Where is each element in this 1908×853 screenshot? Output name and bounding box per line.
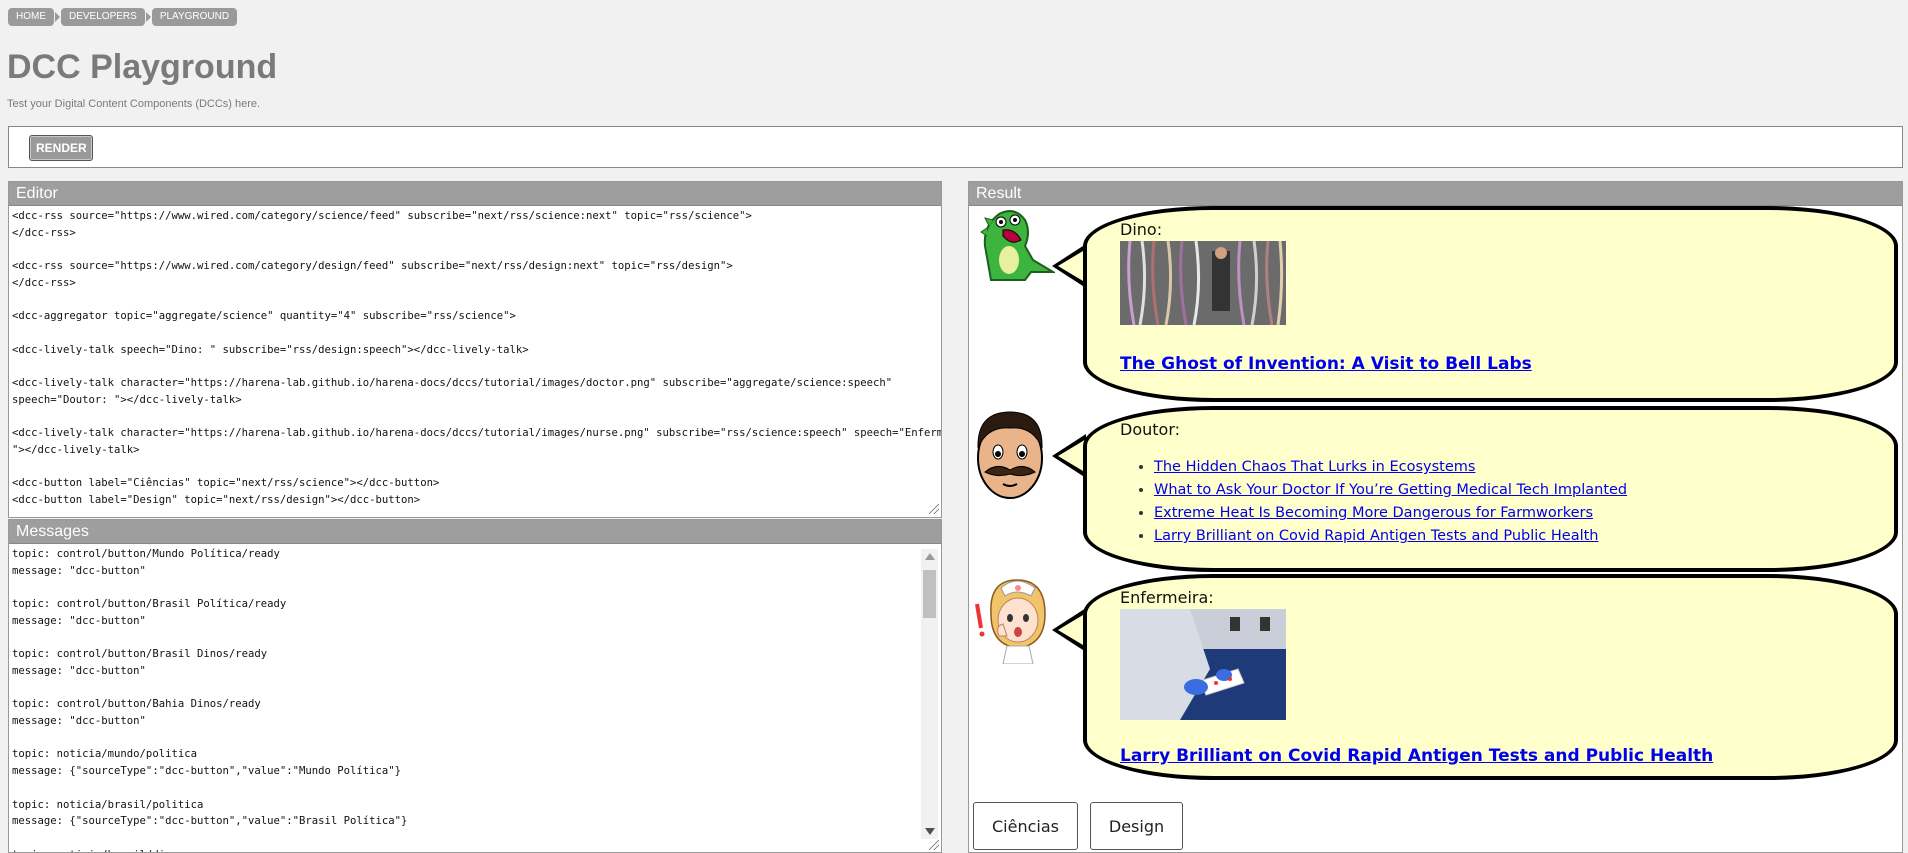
dino-speech-label: Dino: — [1120, 220, 1163, 239]
breadcrumb-developers[interactable]: DEVELOPERS — [61, 8, 145, 26]
doctor-talk: Doutor: The Hidden Chaos That Lurks in E… — [969, 406, 1902, 576]
list-item: What to Ask Your Doctor If You’re Gettin… — [1154, 479, 1627, 502]
result-title: Result — [969, 182, 1902, 206]
list-item: Extreme Heat Is Becoming More Dangerous … — [1154, 502, 1627, 525]
covid-test-article-image[interactable] — [1120, 609, 1286, 720]
editor-textarea[interactable]: <dcc-rss source="https://www.wired.com/c… — [9, 206, 941, 516]
messages-title: Messages — [9, 520, 941, 544]
news-link[interactable]: Extreme Heat Is Becoming More Dangerous … — [1154, 505, 1593, 521]
news-link[interactable]: Larry Brilliant on Covid Rapid Antigen T… — [1154, 528, 1598, 544]
editor-panel: Editor <dcc-rss source="https://www.wire… — [8, 181, 942, 518]
list-item: Larry Brilliant on Covid Rapid Antigen T… — [1154, 525, 1627, 548]
editor-code[interactable]: <dcc-rss source="https://www.wired.com/c… — [9, 206, 941, 511]
page-subtitle: Test your Digital Content Components (DC… — [7, 98, 261, 110]
editor-title: Editor — [9, 182, 941, 206]
breadcrumb-separator — [145, 12, 151, 22]
dino-speech-bubble: Dino: The Ghost of Invention: A Visit to… — [1083, 206, 1898, 402]
messages-log[interactable]: topic: control/button/Mundo Política/rea… — [9, 544, 941, 852]
design-topic-button[interactable]: Design — [1090, 802, 1183, 850]
bell-labs-article-image[interactable] — [1120, 241, 1286, 325]
news-link[interactable]: What to Ask Your Doctor If You’re Gettin… — [1154, 482, 1627, 498]
dino-headline-link[interactable]: The Ghost of Invention: A Visit to Bell … — [1120, 354, 1532, 374]
scroll-up-arrow-icon[interactable] — [925, 553, 935, 560]
dino-character-icon — [980, 210, 1055, 281]
doctor-character-icon — [977, 411, 1043, 499]
breadcrumb-separator — [55, 12, 60, 22]
breadcrumb-playground[interactable]: PLAYGROUND — [151, 8, 238, 26]
messages-scrollbar[interactable] — [921, 549, 938, 839]
render-button[interactable]: RENDER — [29, 135, 93, 161]
breadcrumb-home[interactable]: HOME — [8, 8, 54, 26]
nurse-speech-label: Enfermeira: — [1120, 588, 1214, 607]
messages-panel: Messages topic: control/button/Mundo Pol… — [8, 519, 942, 853]
dino-talk: Dino: The Ghost of Invention: A Visit to… — [969, 206, 1902, 406]
page-title: DCC Playground — [7, 48, 278, 86]
breadcrumb: HOME DEVELOPERS PLAYGROUND — [8, 8, 238, 26]
nurse-speech-bubble: Enfermeira: Larry Brilliant on Covid Rap… — [1083, 574, 1898, 780]
scrollbar-thumb[interactable] — [923, 570, 936, 618]
science-topic-button[interactable]: Ciências — [973, 802, 1078, 850]
result-panel: Result Dino: The Ghost of Invention: A V… — [968, 181, 1903, 853]
nurse-headline-link[interactable]: Larry Brilliant on Covid Rapid Antigen T… — [1120, 746, 1713, 766]
scroll-down-arrow-icon[interactable] — [925, 828, 935, 835]
doctor-speech-label: Doutor: — [1120, 420, 1180, 439]
editor-resize-handle[interactable] — [929, 504, 939, 514]
render-toolbar: RENDER — [8, 126, 1903, 168]
doctor-speech-bubble: Doutor: The Hidden Chaos That Lurks in E… — [1083, 406, 1898, 572]
nurse-talk: Enfermeira: Larry Brilliant on Covid Rap… — [969, 574, 1902, 784]
news-link[interactable]: The Hidden Chaos That Lurks in Ecosystem… — [1154, 459, 1475, 475]
doctor-news-list: The Hidden Chaos That Lurks in Ecosystem… — [1120, 456, 1627, 548]
nurse-character-icon — [975, 579, 1046, 664]
messages-resize-handle[interactable] — [929, 840, 939, 850]
list-item: The Hidden Chaos That Lurks in Ecosystem… — [1154, 456, 1627, 479]
